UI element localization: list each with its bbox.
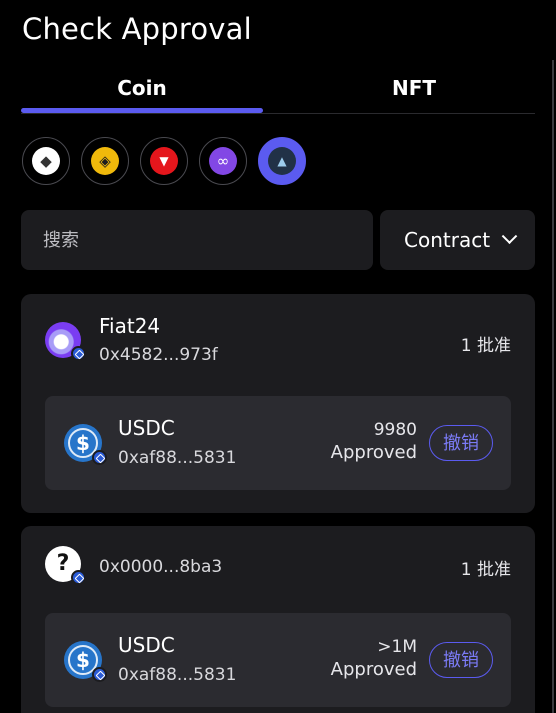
owner-address: 0x0000...8ba3 <box>99 557 223 577</box>
tron-icon: ▼ <box>150 147 178 175</box>
unknown-contract-icon: ? <box>45 546 86 585</box>
arbitrum-icon: ▲ <box>268 147 296 175</box>
approved-status: Approved <box>330 442 417 463</box>
active-tab-indicator <box>21 108 263 113</box>
tab-coin[interactable]: Coin <box>21 68 263 112</box>
arbitrum-badge-icon <box>92 667 107 682</box>
scrollbar[interactable] <box>552 60 554 713</box>
token-name: USDC <box>118 633 175 657</box>
owner-address: 0x4582...973f <box>99 345 218 365</box>
token-approval-row: $ USDC 0xaf88...5831 9980 Approved 撤销 <box>45 396 511 490</box>
arbitrum-badge-icon <box>71 346 86 361</box>
approval-card: Fiat24 0x4582...973f 1 批准 $ USDC 0xaf88.… <box>21 294 535 513</box>
search-input[interactable] <box>21 210 373 270</box>
approved-amount: >1M <box>377 637 417 657</box>
token-name: USDC <box>118 416 175 440</box>
filter-dropdown[interactable]: Contract <box>380 210 535 270</box>
bnb-icon: ◈ <box>91 147 119 175</box>
owner-name: Fiat24 <box>99 314 161 338</box>
token-approval-row: $ USDC 0xaf88...5831 >1M Approved 撤销 <box>45 613 511 707</box>
chain-arbitrum[interactable]: ▲ <box>258 137 306 185</box>
chain-polygon[interactable]: ∞ <box>199 137 247 185</box>
token-address: 0xaf88...5831 <box>118 448 237 468</box>
arbitrum-badge-icon <box>71 570 86 585</box>
revoke-button[interactable]: 撤销 <box>429 425 493 461</box>
page-title: Check Approval <box>22 12 252 46</box>
approval-count: 1 批准 <box>460 560 511 580</box>
token-address: 0xaf88...5831 <box>118 665 237 685</box>
revoke-button[interactable]: 撤销 <box>429 642 493 678</box>
filter-selected-label: Contract <box>404 228 491 252</box>
chevron-down-icon <box>501 227 518 244</box>
usdc-icon: $ <box>64 424 107 465</box>
arbitrum-badge-icon <box>92 450 107 465</box>
tab-bar: Coin NFT <box>21 68 535 114</box>
approved-amount: 9980 <box>373 420 417 440</box>
chain-ethereum[interactable]: ◆ <box>22 137 70 185</box>
approval-card: ? 0x0000...8ba3 1 批准 $ USDC 0xaf88...583… <box>21 526 535 713</box>
usdc-icon: $ <box>64 641 107 682</box>
chain-tron[interactable]: ▼ <box>140 137 188 185</box>
approved-status: Approved <box>330 659 417 680</box>
ethereum-icon: ◆ <box>32 147 60 175</box>
tab-nft[interactable]: NFT <box>293 68 535 112</box>
fiat24-logo-icon <box>45 322 86 361</box>
polygon-icon: ∞ <box>209 147 237 175</box>
search-box <box>21 210 373 270</box>
chain-bnb[interactable]: ◈ <box>81 137 129 185</box>
approval-count: 1 批准 <box>460 336 511 356</box>
